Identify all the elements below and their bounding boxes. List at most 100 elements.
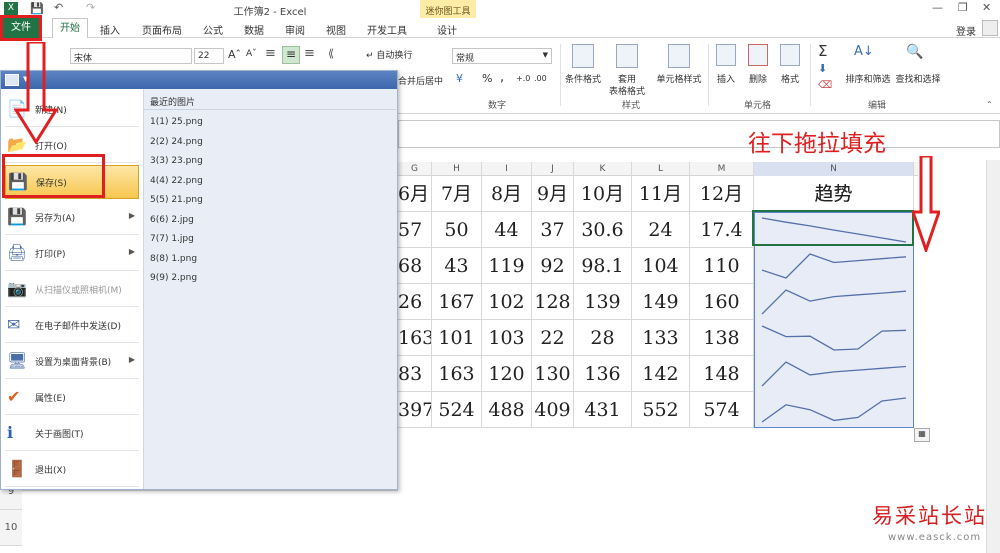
data-cell[interactable]: 130 [532,356,574,392]
insert-cells-label[interactable]: 插入 [710,72,742,85]
menu-item[interactable]: 🖥 设置为桌面背景(B) ▶ [5,345,139,379]
recent-file-item[interactable]: 3(3) 23.png [150,156,203,166]
data-cell[interactable]: 119 [482,248,532,284]
format-cells-icon[interactable] [780,44,800,66]
find-select-label[interactable]: 查找和选择 [892,72,944,85]
column-header-j[interactable]: J [532,162,574,176]
recent-file-item[interactable]: 2(2) 24.png [150,137,203,147]
data-cell[interactable]: 488 [482,392,532,428]
data-cell[interactable]: 102 [482,284,532,320]
data-cell[interactable]: 128 [532,284,574,320]
month-header-cell[interactable]: 9月 [532,176,574,212]
format-cells-label[interactable]: 格式 [774,72,806,85]
menu-item[interactable]: ℹ 关于画图(T) [5,417,139,451]
cell-styles-icon[interactable] [668,44,690,68]
data-cell[interactable]: 120 [482,356,532,392]
month-header-cell[interactable]: 12月 [690,176,754,212]
font-size-select[interactable]: 22 [194,48,224,64]
trend-header-cell[interactable]: 趋势 [754,176,914,212]
column-header-k[interactable]: K [574,162,632,176]
column-header-m[interactable]: M [690,162,754,176]
month-header-cell[interactable]: 10月 [574,176,632,212]
data-cell[interactable]: 133 [632,320,690,356]
data-cell[interactable]: 24 [632,212,690,248]
align-middle-icon[interactable]: ≡ [282,46,300,64]
number-format-select[interactable]: 常规 ▼ [452,48,552,64]
tab-view[interactable]: 视图 [326,22,346,37]
clear-icon[interactable]: ⌫ [818,80,832,91]
autosum-icon[interactable]: Σ [818,42,827,60]
quick-analysis-icon[interactable]: ▦ [914,428,930,442]
data-cell[interactable]: 149 [632,284,690,320]
recent-file-item[interactable]: 5(5) 21.png [150,195,203,205]
data-cell[interactable]: 139 [574,284,632,320]
data-cell[interactable]: 30.6 [574,212,632,248]
data-cell[interactable]: 28 [574,320,632,356]
data-cell[interactable]: 43 [432,248,482,284]
sign-in-link[interactable]: 登录 [956,23,976,38]
data-cell[interactable]: 397 [398,392,432,428]
cell-styles-label[interactable]: 单元格样式 [650,72,708,85]
data-cell[interactable]: 524 [432,392,482,428]
increase-decimal-icon[interactable]: +.0 [516,74,530,83]
minimize-icon[interactable]: — [932,1,943,14]
format-as-table-label-2[interactable]: 表格格式 [602,84,652,97]
menu-item[interactable]: ✉ 在电子邮件中发送(D) [5,309,139,343]
merge-center-label[interactable]: 合并后居中 [398,74,443,87]
menu-item[interactable]: 🚪 退出(X) [5,453,139,487]
collapse-ribbon-icon[interactable]: ⌃ [986,100,993,109]
avatar[interactable] [982,20,998,36]
quick-save-icon[interactable]: 💾 [30,2,44,15]
menu-item[interactable]: 🖨 打印(P) ▶ [5,237,139,271]
undo-icon[interactable]: ↶ [54,1,63,14]
conditional-format-icon[interactable] [572,44,594,68]
data-cell[interactable]: 26 [398,284,432,320]
delete-cells-label[interactable]: 删除 [742,72,774,85]
wrap-text-button[interactable]: ↵ 自动换行 [366,48,412,61]
comma-button[interactable]: , [500,70,504,85]
data-cell[interactable]: 148 [690,356,754,392]
delete-cells-icon[interactable] [748,44,768,66]
data-cell[interactable]: 57 [398,212,432,248]
data-cell[interactable]: 68 [398,248,432,284]
data-cell[interactable]: 83 [398,356,432,392]
redo-icon[interactable]: ↷ [86,1,95,14]
tab-developer[interactable]: 开发工具 [367,22,407,37]
grow-font-icon[interactable]: Aˆ [228,48,241,61]
data-cell[interactable]: 22 [532,320,574,356]
tab-insert[interactable]: 插入 [100,22,120,37]
column-header-g[interactable]: G [398,162,432,176]
data-cell[interactable]: 409 [532,392,574,428]
data-cell[interactable]: 103 [482,320,532,356]
sort-filter-label[interactable]: 排序和筛选 [840,72,896,85]
tab-formulas[interactable]: 公式 [203,22,223,37]
menu-item[interactable]: 💾 另存为(A) ▶ [5,201,139,235]
data-cell[interactable]: 92 [532,248,574,284]
data-cell[interactable]: 167 [432,284,482,320]
tab-data[interactable]: 数据 [244,22,264,37]
data-cell[interactable]: 50 [432,212,482,248]
vertical-scrollbar[interactable] [986,160,1000,553]
column-header-n[interactable]: N [754,162,914,176]
tab-design[interactable]: 设计 [437,22,457,37]
formula-bar[interactable] [398,120,1000,148]
data-cell[interactable]: 17.4 [690,212,754,248]
recent-file-item[interactable]: 4(4) 22.png [150,176,203,186]
tab-home[interactable]: 开始 [52,18,88,39]
conditional-format-label[interactable]: 条件格式 [560,72,606,85]
insert-cells-icon[interactable] [716,44,736,66]
recent-file-item[interactable]: 9(9) 2.png [150,273,197,283]
recent-file-item[interactable]: 1(1) 25.png [150,117,203,127]
data-cell[interactable]: 44 [482,212,532,248]
recent-file-item[interactable]: 8(8) 1.png [150,254,197,264]
month-header-cell[interactable]: 6月 [398,176,432,212]
percent-button[interactable]: % [482,72,492,85]
tab-page-layout[interactable]: 页面布局 [142,22,182,37]
month-header-cell[interactable]: 11月 [632,176,690,212]
data-cell[interactable]: 110 [690,248,754,284]
orientation-icon[interactable]: ⟪ [328,47,334,60]
data-cell[interactable]: 142 [632,356,690,392]
data-cell[interactable]: 136 [574,356,632,392]
data-cell[interactable]: 138 [690,320,754,356]
sort-filter-icon[interactable]: A↓ [854,44,874,59]
